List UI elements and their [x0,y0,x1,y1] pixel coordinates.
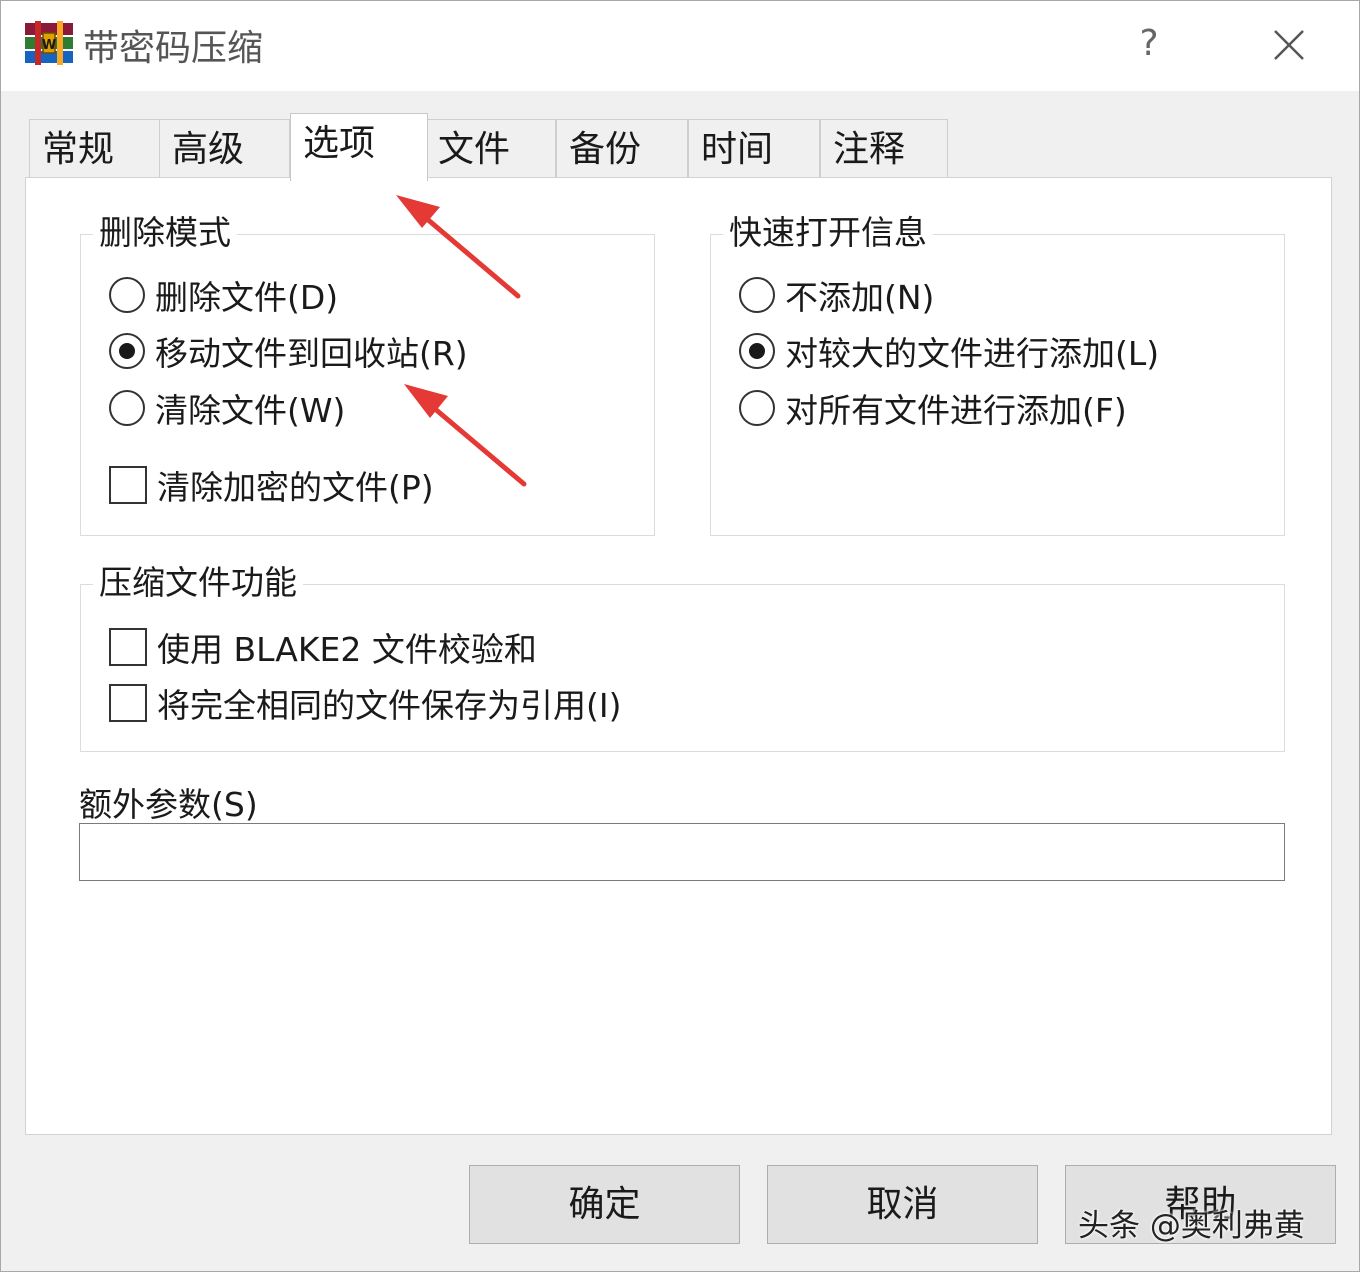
title-bar: W 带密码压缩 ? [1,1,1359,91]
quick-open-group: 快速打开信息 不添加(N) 对较大的文件进行添加(L) 对所有文件进行添加(F) [710,213,1285,536]
radio-add-for-all-files[interactable]: 对所有文件进行添加(F) [739,386,1127,430]
radio-button-selected[interactable] [739,333,775,369]
watermark-text: 头条 @奥利弗黄 [1078,1208,1305,1244]
tab-comment[interactable]: 注释 [820,119,948,179]
winrar-app-icon: W [25,21,73,65]
radio-add-for-larger-files[interactable]: 对较大的文件进行添加(L) [739,329,1159,373]
tab-files[interactable]: 文件 [425,119,556,179]
tab-backup[interactable]: 备份 [556,119,688,179]
svg-text:W: W [42,38,56,53]
tab-time[interactable]: 时间 [688,119,820,179]
ok-button[interactable]: 确定 [469,1165,740,1244]
radio-button[interactable] [109,390,145,426]
checkbox-identical-as-references[interactable]: 将完全相同的文件保存为引用(I) [109,681,621,725]
checkbox-blake2[interactable]: 使用 BLAKE2 文件校验和 [109,625,537,669]
close-icon[interactable] [1263,19,1315,71]
extra-params-input[interactable] [79,823,1285,881]
cancel-button[interactable]: 取消 [767,1165,1038,1244]
radio-move-to-recycle-bin[interactable]: 移动文件到回收站(R) [109,329,468,373]
checkbox[interactable] [109,466,147,504]
radio-button[interactable] [739,390,775,426]
quick-open-title: 快速打开信息 [723,213,933,253]
dialog-window: W 带密码压缩 ? 常规 高级 选项 文件 备份 时间 注释 删除模式 删除文件… [0,0,1360,1272]
checkbox[interactable] [109,628,147,666]
extra-params-label: 额外参数(S) [79,785,258,824]
radio-button[interactable] [739,277,775,313]
radio-button-selected[interactable] [109,333,145,369]
tab-general[interactable]: 常规 [29,119,160,179]
radio-label: 清除文件(W) [155,391,346,430]
tab-advanced[interactable]: 高级 [159,119,290,179]
tab-options[interactable]: 选项 [290,113,428,181]
compression-features-title: 压缩文件功能 [93,563,303,603]
compression-features-group: 压缩文件功能 使用 BLAKE2 文件校验和 将完全相同的文件保存为引用(I) [80,563,1285,752]
radio-label: 不添加(N) [785,278,935,317]
delete-mode-group: 删除模式 删除文件(D) 移动文件到回收站(R) 清除文件(W) 清除加密的文件… [80,213,655,536]
radio-label: 对所有文件进行添加(F) [785,391,1127,430]
checkbox-label: 清除加密的文件(P) [157,468,434,507]
window-title: 带密码压缩 [83,28,264,69]
radio-button[interactable] [109,277,145,313]
checkbox-label: 使用 BLAKE2 文件校验和 [157,630,537,669]
radio-label: 对较大的文件进行添加(L) [785,334,1160,373]
options-panel: 删除模式 删除文件(D) 移动文件到回收站(R) 清除文件(W) 清除加密的文件… [25,177,1332,1135]
radio-label: 删除文件(D) [155,278,339,317]
help-question-icon[interactable]: ? [1131,19,1167,69]
radio-label: 移动文件到回收站(R) [155,334,468,373]
checkbox[interactable] [109,684,147,722]
radio-wipe-files[interactable]: 清除文件(W) [109,386,345,430]
checkbox-label: 将完全相同的文件保存为引用(I) [157,686,622,725]
radio-delete-files[interactable]: 删除文件(D) [109,273,338,317]
checkbox-wipe-encrypted[interactable]: 清除加密的文件(P) [109,463,434,507]
radio-do-not-add[interactable]: 不添加(N) [739,273,934,317]
delete-mode-title: 删除模式 [93,213,237,253]
